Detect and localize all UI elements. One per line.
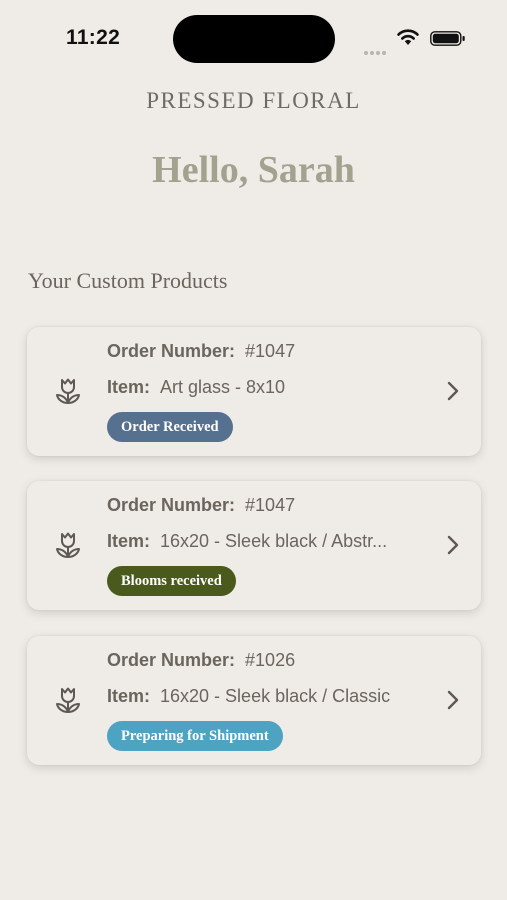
section-title: Your Custom Products	[28, 268, 228, 293]
status-bar: 11:22	[0, 0, 507, 70]
status-badge: Order Received	[107, 412, 233, 442]
order-number-line: Order Number: #1047	[107, 341, 295, 362]
item-value: 16x20 - Sleek black / Abstr...	[160, 531, 388, 551]
wifi-icon	[397, 29, 419, 45]
tulip-icon	[56, 378, 80, 404]
order-number-value: #1047	[245, 495, 296, 515]
order-number-label: Order Number:	[107, 650, 236, 670]
greeting: Hello, Sarah	[152, 149, 355, 191]
tulip-icon	[56, 532, 80, 558]
status-time: 11:22	[66, 26, 121, 49]
cellular-signal-icon	[364, 42, 388, 60]
chevron-right-icon	[447, 690, 459, 710]
order-number-line: Order Number: #1047	[107, 495, 295, 516]
product-card[interactable]: Order Number: #1047 Item: Art glass - 8x10…	[27, 327, 481, 456]
item-label: Item:	[107, 531, 151, 551]
dynamic-island	[173, 15, 335, 63]
item-label: Item:	[107, 686, 151, 706]
chevron-right-icon	[447, 535, 459, 555]
battery-icon	[430, 31, 465, 46]
item-line: Item: 16x20 - Sleek black / Abstr...	[107, 531, 387, 552]
screen: 11:22 PRESSED FLORAL Hello, Sarah Your C…	[0, 0, 507, 900]
order-number-value: #1047	[245, 341, 296, 361]
item-label: Item:	[107, 377, 151, 397]
order-number-line: Order Number: #1026	[107, 650, 295, 671]
order-number-label: Order Number:	[107, 341, 236, 361]
product-card[interactable]: Order Number: #1047 Item: 16x20 - Sleek bl…	[27, 481, 481, 610]
order-number-label: Order Number:	[107, 495, 236, 515]
tulip-icon	[56, 687, 80, 713]
order-number-value: #1026	[245, 650, 296, 670]
brand-name: PRESSED FLORAL	[146, 88, 361, 113]
chevron-right-icon	[447, 381, 459, 401]
item-value: Art glass - 8x10	[160, 377, 286, 397]
status-badge: Preparing for Shipment	[107, 721, 283, 751]
item-value: 16x20 - Sleek black / Classic	[160, 686, 391, 706]
item-line: Item: 16x20 - Sleek black / Classic	[107, 686, 390, 707]
status-badge: Blooms received	[107, 566, 236, 596]
item-line: Item: Art glass - 8x10	[107, 377, 285, 398]
product-card[interactable]: Order Number: #1026 Item: 16x20 - Sleek bl…	[27, 636, 481, 765]
